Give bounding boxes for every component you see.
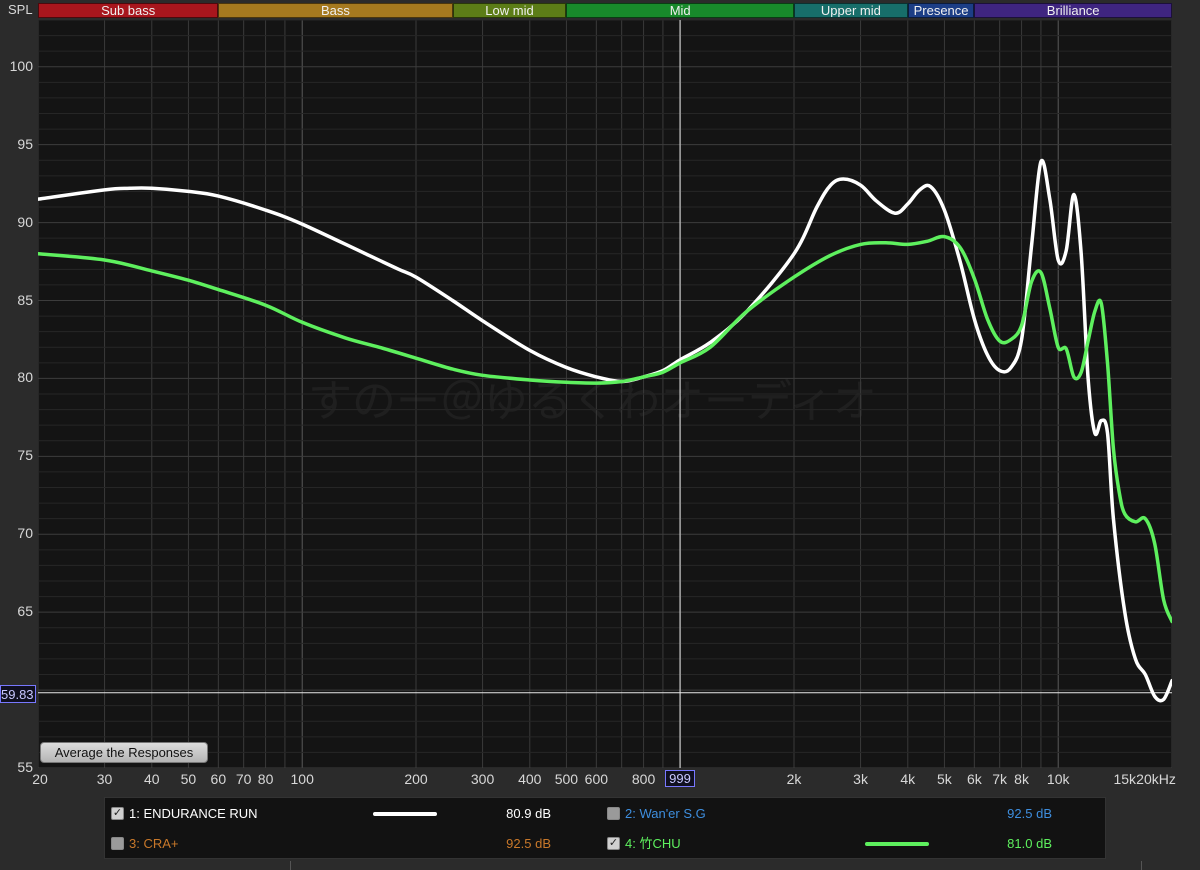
x-tick-label: 4k: [900, 771, 916, 787]
legend-name-3: 3: CRA+: [129, 836, 179, 851]
x-tick-label: 60: [210, 771, 227, 787]
average-responses-button[interactable]: Average the Responses: [40, 742, 208, 763]
legend-name-2: 2: Wan'er S.G: [625, 806, 706, 821]
legend-value-2: 92.5 dB: [1007, 806, 1052, 821]
x-tick-label: 10k: [1046, 771, 1070, 787]
series-line-endurance-run: [38, 158, 1172, 703]
legend-checkbox-3[interactable]: [111, 837, 124, 850]
legend-entry-3[interactable]: 3: CRA+ 92.5 dB: [111, 834, 591, 854]
series-line-chu: [38, 234, 1172, 624]
legend-checkbox-4[interactable]: ✓: [607, 837, 620, 850]
legend-checkbox-2[interactable]: [607, 807, 620, 820]
legend-entry-1[interactable]: ✓ 1: ENDURANCE RUN 80.9 dB: [111, 804, 591, 824]
band-low-mid: Low mid: [452, 3, 567, 18]
y-tick-label: 100: [9, 57, 33, 74]
plot-canvas[interactable]: [38, 20, 1172, 768]
legend-panel: ✓ 1: ENDURANCE RUN 80.9 dB 2: Wan'er S.G…: [104, 797, 1106, 859]
y-tick-label: 70: [17, 525, 33, 542]
legend-line-1: [373, 812, 437, 816]
frequency-bands-bar: Sub bass Bass Low mid Mid Upper mid Presence B…: [38, 3, 1172, 18]
x-tick-label: 40: [143, 771, 160, 787]
x-tick-label: 6k: [966, 771, 982, 787]
band-sub-bass: Sub bass: [38, 3, 219, 18]
legend-name-4: 4: 竹CHU: [625, 836, 681, 851]
legend-line-4: [865, 842, 929, 846]
legend-value-3: 92.5 dB: [506, 836, 551, 851]
band-mid: Mid: [566, 3, 794, 18]
y-tick-label: 55: [17, 759, 33, 775]
x-tick-label: 20kHz: [1136, 771, 1176, 787]
x-tick-label: 500: [554, 771, 579, 787]
x-tick-label: 30: [96, 771, 113, 787]
x-tick-label: 8k: [1014, 771, 1029, 787]
x-tick-label: 200: [404, 771, 428, 787]
x-tick-label: 70: [235, 771, 252, 787]
legend-value-1: 80.9 dB: [506, 806, 551, 821]
x-tick-label: 5k: [937, 771, 952, 787]
x-tick-label: 3k: [853, 771, 868, 787]
cursor-x-readout: 999: [665, 770, 695, 787]
x-tick-label: 400: [518, 771, 542, 787]
x-tick-label: 600: [584, 771, 609, 787]
band-upper-mid: Upper mid: [794, 3, 908, 18]
legend-entry-4[interactable]: ✓ 4: 竹CHU 81.0 dB: [607, 834, 1087, 854]
y-tick-label: 85: [17, 291, 33, 308]
x-tick-label: 100: [290, 771, 314, 787]
legend-checkbox-1[interactable]: ✓: [111, 807, 124, 820]
frequency-response-plot[interactable]: すのー＠ゆるくわオーディオ: [38, 20, 1172, 768]
x-tick-label: 50: [180, 771, 197, 787]
legend-entry-2[interactable]: 2: Wan'er S.G 92.5 dB: [607, 804, 1087, 824]
y-tick-label: 95: [17, 135, 33, 152]
y-tick-label: 65: [17, 603, 33, 620]
band-presence: Presence: [907, 3, 975, 18]
x-tick-label: 15k: [1113, 771, 1137, 787]
x-tick-label: 2k: [786, 771, 802, 787]
spl-axis-label: SPL: [8, 2, 33, 17]
x-tick-label: 80: [257, 771, 274, 787]
x-tick-label: 800: [631, 771, 656, 787]
y-tick-label: 90: [17, 213, 33, 230]
bottom-divider: [290, 861, 1142, 870]
x-tick-label: 20: [32, 771, 48, 787]
x-tick-label: 7k: [992, 771, 1008, 787]
legend-name-1: 1: ENDURANCE RUN: [129, 806, 258, 821]
band-bass: Bass: [218, 3, 453, 18]
legend-value-4: 81.0 dB: [1007, 836, 1052, 851]
y-tick-label: 75: [17, 447, 33, 464]
x-tick-label: 300: [470, 771, 495, 787]
band-brilliance: Brilliance: [974, 3, 1172, 18]
y-tick-label: 80: [17, 369, 33, 386]
cursor-y-readout: 59.83: [0, 685, 36, 703]
